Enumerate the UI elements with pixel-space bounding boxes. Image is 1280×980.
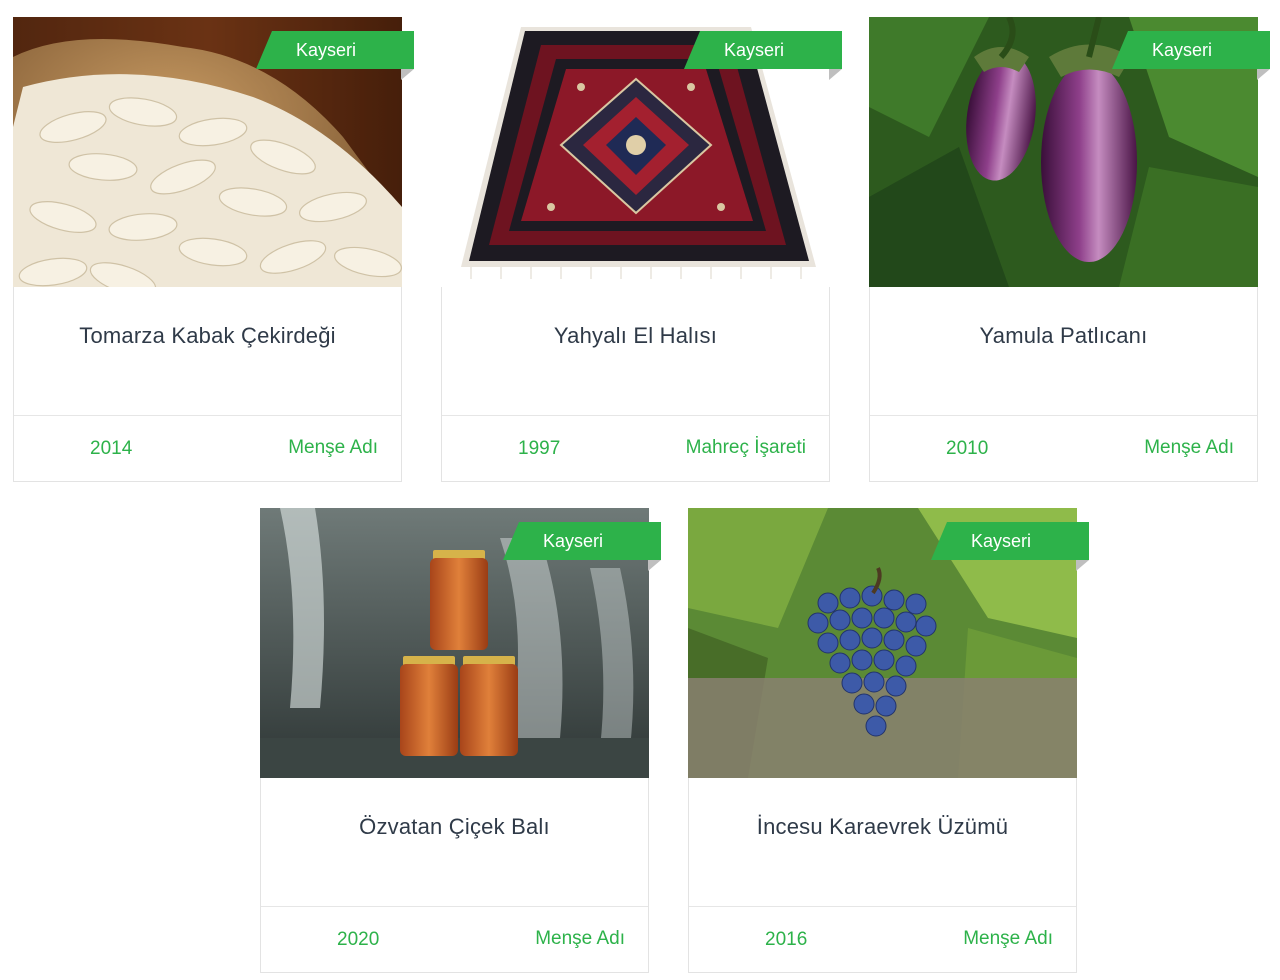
product-name[interactable]: Yahyalı El Halısı: [442, 323, 829, 349]
ribbon-fold: [1076, 560, 1089, 571]
product-card-tomarza-kabak[interactable]: Kayseri Tomarza Kabak Çekirdeği 2014 Men…: [13, 17, 414, 482]
region-ribbon: Kayseri: [1112, 31, 1270, 69]
product-name[interactable]: İncesu Karaevrek Üzümü: [689, 814, 1076, 840]
card-footer: 1997 Mahreç İşareti: [442, 415, 829, 482]
ribbon-fold: [401, 69, 414, 80]
region-ribbon: Kayseri: [256, 31, 414, 69]
registration-year: 2020: [337, 929, 380, 950]
ribbon-fold: [829, 69, 842, 80]
registration-year: 2010: [946, 438, 989, 459]
indication-type: Menşe Adı: [288, 437, 378, 458]
region-ribbon: Kayseri: [931, 522, 1089, 560]
card-footer: 2016 Menşe Adı: [689, 906, 1076, 973]
region-ribbon: Kayseri: [503, 522, 661, 560]
card-footer: 2020 Menşe Adı: [261, 906, 648, 973]
product-name[interactable]: Yamula Patlıcanı: [870, 323, 1257, 349]
product-name[interactable]: Tomarza Kabak Çekirdeği: [14, 323, 401, 349]
product-card-ozvatan-bal[interactable]: Kayseri Özvatan Çiçek Balı 2020 Menşe Ad…: [260, 508, 661, 973]
product-card-yahyali-hali[interactable]: Kayseri Yahyalı El Halısı 1997 Mahreç İş…: [441, 17, 842, 482]
indication-type: Mahreç İşareti: [685, 437, 806, 458]
indication-type: Menşe Adı: [1144, 437, 1234, 458]
indication-type: Menşe Adı: [535, 928, 625, 949]
ribbon-fold: [648, 560, 661, 571]
registration-year: 2016: [765, 929, 808, 950]
registration-year: 1997: [518, 438, 561, 459]
card-footer: 2010 Menşe Adı: [870, 415, 1257, 482]
registration-year: 2014: [90, 438, 133, 459]
product-name[interactable]: Özvatan Çiçek Balı: [261, 814, 648, 840]
product-card-yamula-patlican[interactable]: Kayseri Yamula Patlıcanı 2010 Menşe Adı: [869, 17, 1270, 482]
product-card-incesu-uzum[interactable]: Kayseri İncesu Karaevrek Üzümü 2016 Menş…: [688, 508, 1089, 973]
indication-type: Menşe Adı: [963, 928, 1053, 949]
region-ribbon: Kayseri: [684, 31, 842, 69]
card-footer: 2014 Menşe Adı: [14, 415, 401, 482]
ribbon-fold: [1257, 69, 1270, 80]
